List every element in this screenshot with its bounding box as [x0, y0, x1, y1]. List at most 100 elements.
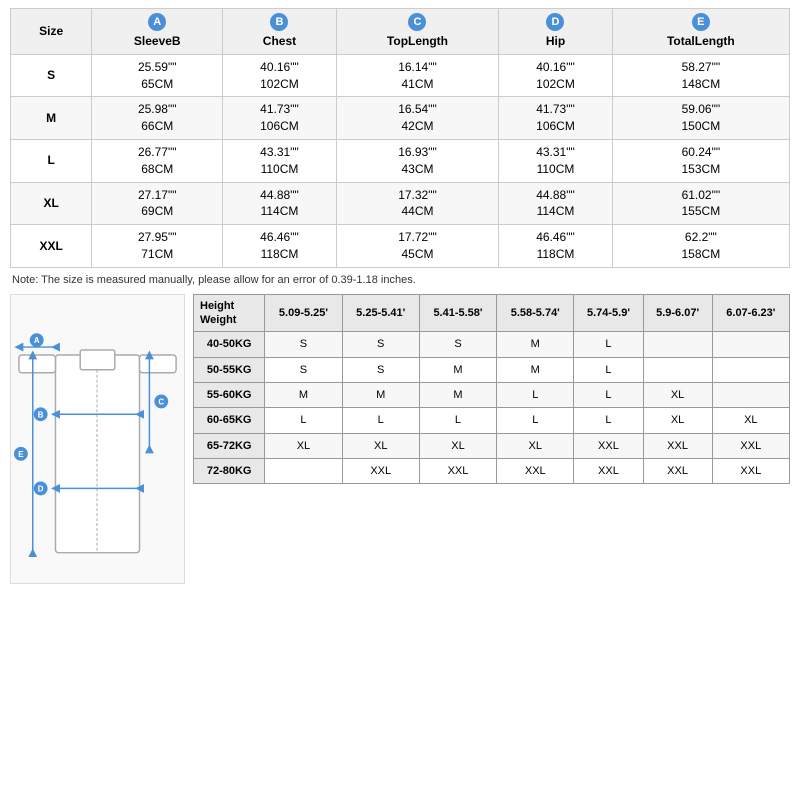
size-cell: L	[11, 139, 92, 182]
sleeveb-col-header: A SleeveB	[92, 9, 223, 55]
weight-cell: 65-72KG	[194, 433, 265, 458]
data-cell: 40.16""102CM	[223, 54, 336, 97]
size-value-cell: L	[265, 408, 342, 433]
svg-text:E: E	[18, 450, 23, 459]
weight-cell: 60-65KG	[194, 408, 265, 433]
size-value-cell: XXL	[574, 433, 643, 458]
table-row: XL27.17""69CM44.88""114CM17.32""44CM44.8…	[11, 182, 790, 225]
size-value-cell: M	[419, 382, 496, 407]
size-value-cell: L	[574, 332, 643, 357]
size-value-cell: M	[342, 382, 419, 407]
size-col-header: Size	[11, 9, 92, 55]
size-value-cell: L	[419, 408, 496, 433]
size-value-cell: XL	[643, 408, 712, 433]
data-cell: 43.31""110CM	[223, 139, 336, 182]
data-cell: 46.46""118CM	[499, 225, 612, 268]
svg-text:B: B	[38, 410, 44, 419]
table-row: 72-80KGXXLXXLXXLXXLXXLXXL	[194, 458, 790, 483]
garment-diagram: A B C D E	[10, 294, 185, 584]
table-row: S25.59""65CM40.16""102CM16.14""41CM40.16…	[11, 54, 790, 97]
size-value-cell: XXL	[342, 458, 419, 483]
size-value-cell: XXL	[643, 458, 712, 483]
size-value-cell: XL	[643, 382, 712, 407]
size-value-cell: XXL	[419, 458, 496, 483]
size-value-cell: L	[342, 408, 419, 433]
size-value-cell: L	[574, 357, 643, 382]
size-value-cell: L	[574, 382, 643, 407]
size-value-cell: L	[574, 408, 643, 433]
data-cell: 40.16""102CM	[499, 54, 612, 97]
data-cell: 44.88""114CM	[223, 182, 336, 225]
size-value-cell	[712, 332, 789, 357]
size-value-cell: S	[265, 332, 342, 357]
height-col-7: 6.07-6.23'	[712, 294, 789, 332]
table-row: L26.77""68CM43.31""110CM16.93""43CM43.31…	[11, 139, 790, 182]
size-value-cell: XXL	[574, 458, 643, 483]
size-value-cell: XL	[497, 433, 574, 458]
size-value-cell	[643, 357, 712, 382]
size-value-cell: XL	[419, 433, 496, 458]
table-row: XXL27.95""71CM46.46""118CM17.72""45CM46.…	[11, 225, 790, 268]
table-row: 40-50KGSSSML	[194, 332, 790, 357]
circle-e: E	[692, 13, 710, 31]
data-cell: 58.27""148CM	[612, 54, 789, 97]
table-row: 60-65KGLLLLLXLXL	[194, 408, 790, 433]
data-cell: 46.46""118CM	[223, 225, 336, 268]
table-row: 65-72KGXLXLXLXLXXLXXLXXL	[194, 433, 790, 458]
circle-a: A	[148, 13, 166, 31]
height-col-6: 5.9-6.07'	[643, 294, 712, 332]
size-cell: XL	[11, 182, 92, 225]
size-value-cell: XXL	[712, 458, 789, 483]
data-cell: 43.31""110CM	[499, 139, 612, 182]
data-cell: 25.59""65CM	[92, 54, 223, 97]
weight-cell: 72-80KG	[194, 458, 265, 483]
size-cell: XXL	[11, 225, 92, 268]
size-value-cell: XXL	[497, 458, 574, 483]
size-value-cell: M	[497, 357, 574, 382]
data-cell: 17.72""45CM	[336, 225, 499, 268]
chest-col-header: B Chest	[223, 9, 336, 55]
size-value-cell	[643, 332, 712, 357]
circle-c: C	[408, 13, 426, 31]
size-value-cell: M	[265, 382, 342, 407]
data-cell: 17.32""44CM	[336, 182, 499, 225]
data-cell: 60.24""153CM	[612, 139, 789, 182]
size-cell: M	[11, 97, 92, 140]
data-cell: 41.73""106CM	[223, 97, 336, 140]
size-chart-table: Size A SleeveB B Chest C TopLength D Hip	[10, 8, 790, 268]
size-value-cell: XXL	[643, 433, 712, 458]
data-cell: 27.95""71CM	[92, 225, 223, 268]
data-cell: 62.2""158CM	[612, 225, 789, 268]
hip-col-header: D Hip	[499, 9, 612, 55]
toplength-col-header: C TopLength	[336, 9, 499, 55]
data-cell: 26.77""68CM	[92, 139, 223, 182]
data-cell: 27.17""69CM	[92, 182, 223, 225]
size-value-cell: XL	[712, 408, 789, 433]
height-col-5: 5.74-5.9'	[574, 294, 643, 332]
svg-text:A: A	[34, 336, 40, 345]
size-value-cell: L	[497, 408, 574, 433]
weight-cell: 40-50KG	[194, 332, 265, 357]
height-col-3: 5.41-5.58'	[419, 294, 496, 332]
data-cell: 61.02""155CM	[612, 182, 789, 225]
wh-header-cell: Height Weight	[194, 294, 265, 332]
data-cell: 16.93""43CM	[336, 139, 499, 182]
size-value-cell	[712, 382, 789, 407]
height-col-2: 5.25-5.41'	[342, 294, 419, 332]
wh-chart-table: Height Weight 5.09-5.25' 5.25-5.41' 5.41…	[193, 294, 790, 484]
size-value-cell: L	[497, 382, 574, 407]
size-value-cell: XXL	[712, 433, 789, 458]
bottom-section: A B C D E	[10, 294, 790, 584]
circle-b: B	[270, 13, 288, 31]
diagram-svg: A B C D E	[11, 295, 184, 583]
data-cell: 16.54""42CM	[336, 97, 499, 140]
height-col-1: 5.09-5.25'	[265, 294, 342, 332]
data-cell: 16.14""41CM	[336, 54, 499, 97]
size-value-cell: XL	[342, 433, 419, 458]
weight-cell: 55-60KG	[194, 382, 265, 407]
size-value-cell: S	[342, 332, 419, 357]
data-cell: 25.98""66CM	[92, 97, 223, 140]
data-cell: 44.88""114CM	[499, 182, 612, 225]
data-cell: 41.73""106CM	[499, 97, 612, 140]
size-value-cell: XL	[265, 433, 342, 458]
